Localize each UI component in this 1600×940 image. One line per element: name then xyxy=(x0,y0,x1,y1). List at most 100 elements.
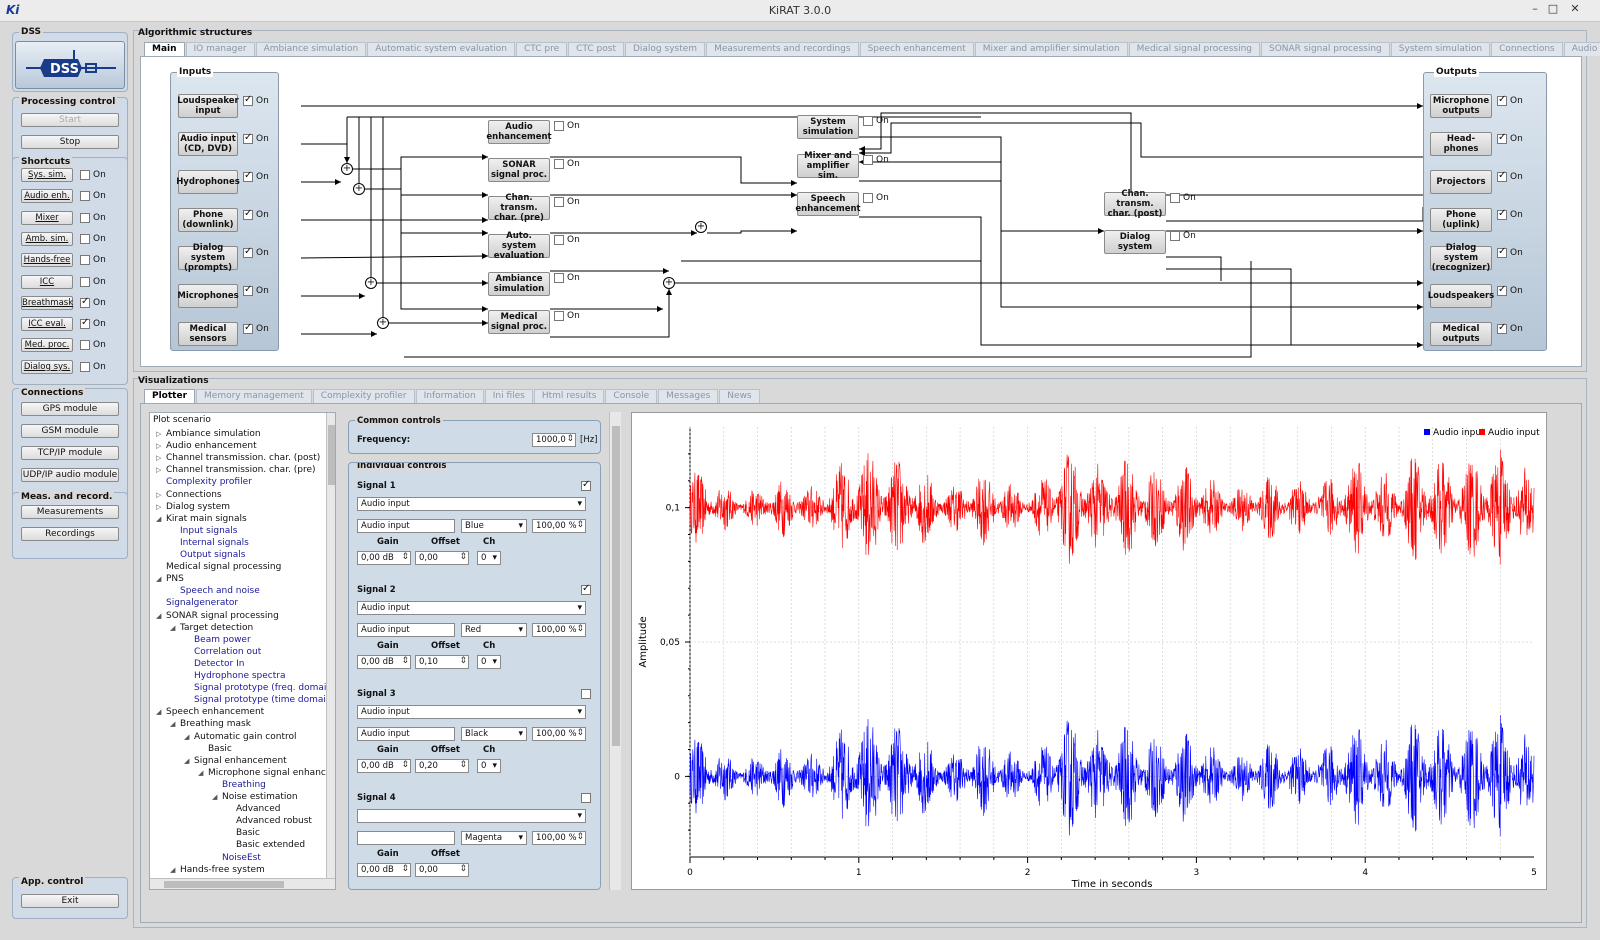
signal-label-input[interactable]: Audio input xyxy=(357,727,455,741)
plot-scenario-tree[interactable]: Plot scenario ▷ Ambiance simulation ▷ Audio… xyxy=(149,412,336,890)
tree-expand-icon[interactable]: ▷ xyxy=(156,430,161,438)
tree-expand-icon[interactable]: ◢ xyxy=(198,769,203,777)
tree-item-signal-prototype-time-domain[interactable]: Signal prototype (time domain) xyxy=(194,695,335,705)
tree-item-ambiance-simulation[interactable]: Ambiance simulation xyxy=(166,429,261,439)
tree-item-correlation-out[interactable]: Correlation out xyxy=(194,647,261,657)
signal-source-select[interactable]: Audio input xyxy=(357,497,586,511)
controls-scrollbar[interactable] xyxy=(609,412,621,890)
exit-button[interactable]: Exit xyxy=(21,894,119,908)
shortcut-mixer-checkbox[interactable] xyxy=(80,212,90,223)
signal-gain-input[interactable]: 0,00 dB xyxy=(357,655,411,669)
shortcut-breathmask-checkbox[interactable] xyxy=(80,296,90,308)
input-phone-downlink-block[interactable]: Phone (downlink) xyxy=(178,208,238,232)
tree-item-beam-power[interactable]: Beam power xyxy=(194,635,251,645)
stop-button[interactable]: Stop xyxy=(21,135,119,149)
measurements-button[interactable]: Measurements xyxy=(21,505,119,519)
tab-sonar-signal-processing[interactable]: SONAR signal processing xyxy=(1260,42,1390,56)
tree-item-hands-free-system[interactable]: Hands-free system xyxy=(180,865,265,875)
tree-expand-icon[interactable]: ▷ xyxy=(156,466,161,474)
signal-color-select[interactable]: Black xyxy=(461,727,527,741)
tree-item-basic-extended[interactable]: Basic extended xyxy=(236,840,305,850)
tree-item-internal-signals[interactable]: Internal signals xyxy=(180,538,249,548)
signal-gain-input[interactable]: 0,00 dB xyxy=(357,759,411,773)
output-medical-outputs-checkbox[interactable] xyxy=(1497,322,1507,334)
close-icon[interactable]: ✕ xyxy=(1566,2,1584,18)
block-chan-transm-char-pre-checkbox[interactable] xyxy=(554,197,564,207)
block-speech-enhancement[interactable]: Speech enhancement xyxy=(795,192,861,216)
start-button[interactable]: Start xyxy=(21,113,119,127)
shortcut-sys-sim-checkbox[interactable] xyxy=(80,170,90,180)
signal-gain-input[interactable]: 0,00 dB xyxy=(357,551,411,565)
block-medical-signal-proc-checkbox[interactable] xyxy=(554,311,564,321)
tab-automatic-system-evaluation[interactable]: Automatic system evaluation xyxy=(367,42,515,56)
output-loudspeakers-block[interactable]: Loudspeakers xyxy=(1428,284,1494,308)
block-auto-system-evaluation-checkbox[interactable] xyxy=(554,235,564,245)
tree-scroll-thumb[interactable] xyxy=(328,425,335,485)
block-medical-signal-proc[interactable]: Medical signal proc. xyxy=(488,310,550,334)
tree-expand-icon[interactable]: ▷ xyxy=(156,454,161,462)
tree-item-medical-signal-processing[interactable]: Medical signal processing xyxy=(166,562,281,572)
tree-hscrollbar[interactable] xyxy=(150,878,335,889)
signal-label-input[interactable] xyxy=(357,831,455,845)
dss-logo-button[interactable]: DSS xyxy=(15,41,125,89)
tree-scrollbar[interactable] xyxy=(326,413,335,878)
input-hydrophones-checkbox[interactable] xyxy=(243,170,253,182)
block-audio-enhancement[interactable]: Audio enhancement xyxy=(486,120,552,144)
signal-label-input[interactable]: Audio input xyxy=(357,623,455,637)
tab-messages[interactable]: Messages xyxy=(658,389,719,403)
gps-module-button[interactable]: GPS module xyxy=(21,402,119,416)
tree-item-dialog-system[interactable]: Dialog system xyxy=(166,502,230,512)
tab-io-manager[interactable]: IO manager xyxy=(185,42,255,56)
block-mixer-and-amplifier-sim-checkbox[interactable] xyxy=(863,155,873,165)
tree-item-pns[interactable]: PNS xyxy=(166,574,184,584)
tab-connections[interactable]: Connections xyxy=(1491,42,1563,56)
input-dialog-system-prompts-block[interactable]: Dialog system (prompts) xyxy=(178,243,238,273)
tree-item-signalgenerator[interactable]: Signalgenerator xyxy=(166,598,238,608)
tab-html-results[interactable]: Html results xyxy=(533,389,605,403)
tree-item-speech-and-noise[interactable]: Speech and noise xyxy=(180,586,260,596)
block-dialog-system-checkbox[interactable] xyxy=(1170,231,1180,241)
input-loudspeaker-input-block[interactable]: Loudspeaker input xyxy=(177,94,239,118)
output-microphone-outputs-checkbox[interactable] xyxy=(1497,94,1507,106)
output-phone-uplink-checkbox[interactable] xyxy=(1497,208,1507,220)
tab-ctc-post[interactable]: CTC post xyxy=(568,42,624,56)
tree-item-signal-enhancement[interactable]: Signal enhancement xyxy=(194,756,287,766)
maximize-icon[interactable]: □ xyxy=(1544,2,1562,18)
signal-channel-select[interactable]: 0 xyxy=(477,551,501,565)
output-dialog-system-recognizer-checkbox[interactable] xyxy=(1497,246,1507,258)
tree-expand-icon[interactable]: ◢ xyxy=(212,793,217,801)
minimize-icon[interactable]: – xyxy=(1526,2,1544,18)
signal-enable-checkbox[interactable] xyxy=(581,479,591,491)
shortcut-hands-free-button[interactable]: Hands-free xyxy=(21,253,73,268)
output-projectors-block[interactable]: Projectors xyxy=(1430,170,1492,194)
input-audio-input-cd-dvd-checkbox[interactable] xyxy=(243,132,253,144)
block-chan-transm-char-post[interactable]: Chan. transm. char. (post) xyxy=(1104,189,1166,219)
tab-news[interactable]: News xyxy=(719,389,760,403)
tree-expand-icon[interactable]: ◢ xyxy=(184,757,189,765)
tree-item-advanced[interactable]: Advanced xyxy=(236,804,280,814)
tab-information[interactable]: Information xyxy=(415,389,484,403)
output-head-phones-checkbox[interactable] xyxy=(1497,132,1507,144)
tree-expand-icon[interactable]: ◢ xyxy=(156,612,161,620)
tree-item-connections[interactable]: Connections xyxy=(166,490,222,500)
signal-color-select[interactable]: Magenta xyxy=(461,831,527,845)
tree-item-noise-estimation[interactable]: Noise estimation xyxy=(222,792,298,802)
signal-scale-input[interactable]: 100,00 % xyxy=(532,831,586,845)
tree-expand-icon[interactable]: ▷ xyxy=(156,491,161,499)
signal-enable-checkbox[interactable] xyxy=(581,793,591,803)
input-medical-sensors-block[interactable]: Medical sensors xyxy=(178,322,238,346)
tab-ambiance-simulation[interactable]: Ambiance simulation xyxy=(255,42,367,56)
tree-item-speech-enhancement[interactable]: Speech enhancement xyxy=(166,707,264,717)
tree-item-output-signals[interactable]: Output signals xyxy=(180,550,245,560)
tree-item-noiseest[interactable]: NoiseEst xyxy=(222,853,261,863)
frequency-input[interactable]: 1000,0 xyxy=(532,433,576,447)
tree-expand-icon[interactable]: ▷ xyxy=(156,442,161,450)
output-microphone-outputs-block[interactable]: Microphone outputs xyxy=(1430,94,1492,118)
tree-item-complexity-profiler[interactable]: Complexity profiler xyxy=(166,477,252,487)
block-chan-transm-char-pre[interactable]: Chan. transm. char. (pre) xyxy=(488,193,550,223)
tree-item-kirat-main-signals[interactable]: Kirat main signals xyxy=(166,514,247,524)
signal-scale-input[interactable]: 100,00 % xyxy=(532,623,586,637)
block-system-simulation-checkbox[interactable] xyxy=(863,116,873,126)
tree-item-channel-transmission-char-post[interactable]: Channel transmission. char. (post) xyxy=(166,453,320,463)
tree-item-breathing[interactable]: Breathing xyxy=(222,780,266,790)
